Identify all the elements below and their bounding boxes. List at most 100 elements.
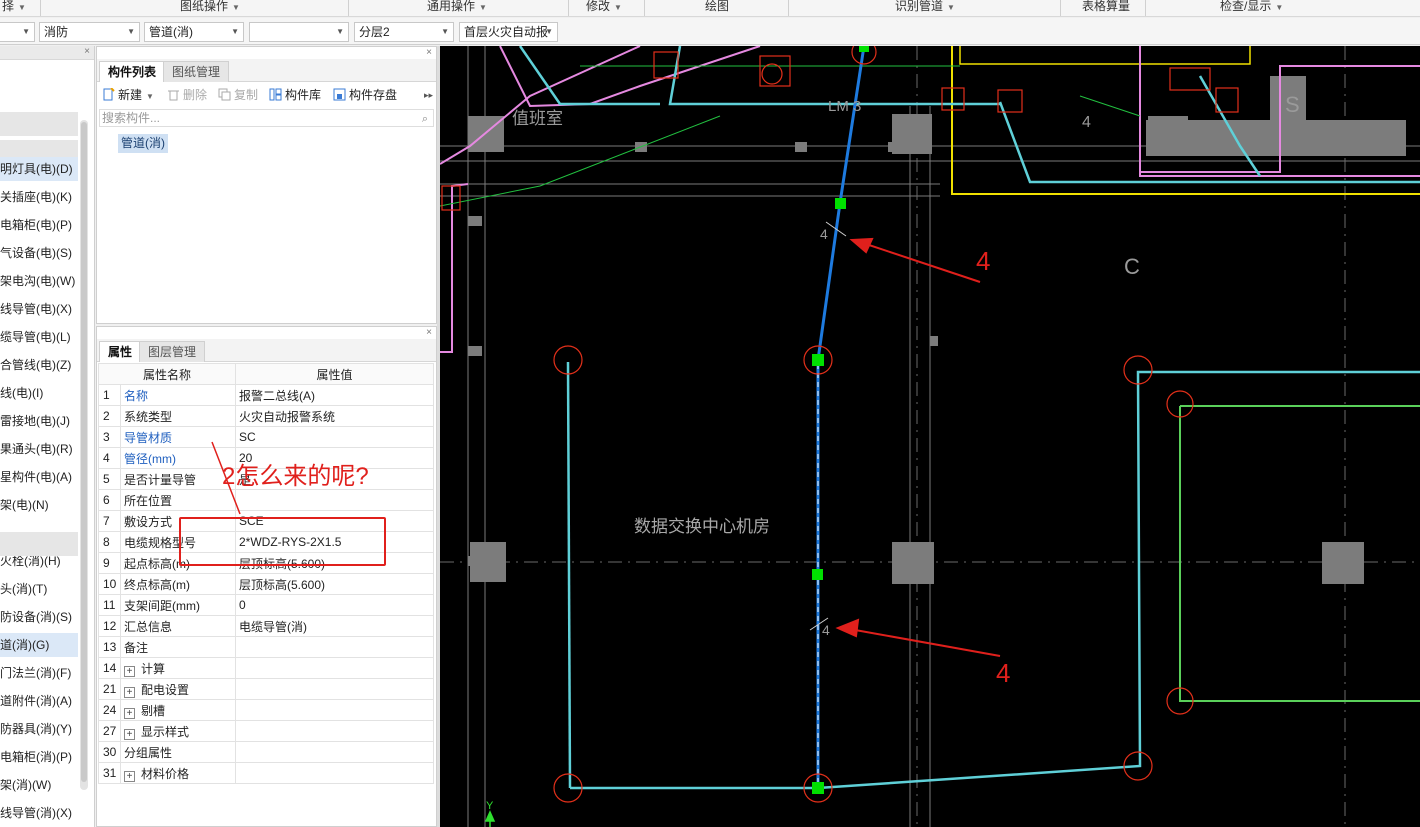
property-value[interactable] (235, 741, 434, 763)
tree-item[interactable]: 防设备(消)(S) (0, 605, 78, 629)
menu-check-display[interactable]: 检查/显示 ▼ (1220, 0, 1283, 16)
tree-item[interactable]: 明灯具(电)(D) (0, 157, 78, 181)
tree-item[interactable]: 线导管(电)(X) (0, 297, 78, 321)
tree-item[interactable]: 电箱柜(电)(P) (0, 213, 78, 237)
close-icon[interactable]: × (84, 46, 90, 58)
tree-item[interactable]: 架(消)(W) (0, 773, 78, 797)
cad-drawing-canvas[interactable]: 值班室 数据交换中心机房 C S LM 3 4 4 4 Y 4 4 (440, 46, 1420, 827)
expand-icon[interactable]: + (124, 707, 135, 719)
property-name-text: 所在位置 (124, 493, 173, 508)
property-name: 汇总信息 (120, 615, 236, 637)
property-row[interactable]: 21 + 配电设置 (98, 678, 434, 700)
tab-layer-manage[interactable]: 图层管理 (139, 341, 206, 362)
tree-item[interactable]: 防器具(消)(Y) (0, 717, 78, 741)
tree-item[interactable]: 缆导管(电)(L) (0, 325, 78, 349)
tree-scrollbar[interactable] (80, 120, 88, 790)
property-value[interactable] (235, 699, 434, 721)
property-row[interactable]: 10 终点标高(m) 层顶标高(5.600) (98, 573, 434, 595)
tree-item[interactable]: 电箱柜(消)(P) (0, 745, 78, 769)
tree-item[interactable]: 架(电)(N) (0, 493, 78, 517)
expand-icon[interactable]: + (124, 770, 135, 782)
property-row[interactable]: 31 + 材料价格 (98, 762, 434, 784)
tree-item[interactable]: 果通头(电)(R) (0, 437, 78, 461)
menu-identify-pipe[interactable]: 识别管道 ▼ (895, 0, 955, 16)
property-value[interactable] (235, 657, 434, 679)
tree-item[interactable]: 气设备(电)(S) (0, 241, 78, 265)
property-row[interactable]: 1 名称 报警二总线(A) (98, 384, 434, 406)
property-row[interactable]: 11 支架间距(mm) 0 (98, 594, 434, 616)
property-value[interactable] (235, 636, 434, 658)
scroll-thumb[interactable] (81, 122, 87, 782)
expand-icon[interactable]: + (124, 665, 135, 677)
tree-group-header[interactable] (0, 112, 78, 136)
tab-properties[interactable]: 属性 (99, 341, 142, 362)
property-row[interactable]: 30 分组属性 (98, 741, 434, 763)
tree-item[interactable]: 星构件(电)(A) (0, 465, 78, 489)
menu-table-calc[interactable]: 表格算量 (1082, 0, 1130, 16)
tree-item[interactable]: 头(消)(T) (0, 577, 78, 601)
property-value[interactable] (235, 489, 434, 511)
component-list-panel: × 构件列表 图纸管理 新建 ▼ 删除 复制 构件库 构件存盘 ▸▸ 搜索构件..… (96, 46, 437, 324)
tree-group-header[interactable] (0, 532, 78, 556)
component-save-button[interactable]: 构件存盘 (333, 86, 397, 104)
property-value[interactable]: 0 (235, 594, 434, 616)
tree-item[interactable]: 线(电)(I) (0, 381, 78, 405)
expand-icon[interactable]: + (124, 686, 135, 698)
tree-item[interactable]: 门法兰(消)(F) (0, 661, 78, 685)
delete-button[interactable]: 删除 (167, 86, 207, 104)
tree-item[interactable]: 关插座(电)(K) (0, 185, 78, 209)
menu-drawing-ops[interactable]: 图纸操作 ▼ (180, 0, 240, 16)
tree-item[interactable]: 道(消)(G) (0, 633, 78, 657)
menu-draw[interactable]: 绘图 (705, 0, 729, 16)
menu-modify[interactable]: 修改 ▼ (586, 0, 622, 16)
row-number: 12 (98, 615, 121, 637)
component-tree-panel: × 明灯具(电)(D) 关插座(电)(K) 电箱柜(电)(P) 气设备(电)(S) 架电… (0, 46, 95, 827)
property-value[interactable]: 电缆导管(消) (235, 615, 434, 637)
new-button[interactable]: 新建 ▼ (102, 86, 154, 104)
property-name: 备注 (120, 636, 236, 658)
menu-general-ops[interactable]: 通用操作 ▼ (427, 0, 487, 16)
component-library-button[interactable]: 构件库 (269, 86, 321, 104)
tree-item[interactable]: 架电沟(电)(W) (0, 269, 78, 293)
subtype-select[interactable]: ▼ (249, 22, 349, 42)
copy-button[interactable]: 复制 (218, 86, 258, 104)
property-row[interactable]: 24 + 剔槽 (98, 699, 434, 721)
property-value[interactable]: 火灾自动报警系统 (235, 405, 434, 427)
component-item[interactable]: 管道(消) (118, 134, 168, 153)
discipline-select[interactable]: 消防 ▼ (39, 22, 140, 42)
property-value[interactable]: 层顶标高(5.600) (235, 573, 434, 595)
property-row[interactable]: 2 系统类型 火灾自动报警系统 (98, 405, 434, 427)
property-row[interactable]: 14 + 计算 (98, 657, 434, 679)
expand-icon[interactable]: + (124, 728, 135, 740)
menu-separator (40, 0, 41, 16)
property-row[interactable]: 6 所在位置 (98, 489, 434, 511)
menu-select[interactable]: 择 ▼ (2, 0, 26, 16)
property-row[interactable]: 13 备注 (98, 636, 434, 658)
property-name: + 配电设置 (120, 678, 236, 700)
tab-drawing-manage[interactable]: 图纸管理 (163, 61, 230, 82)
property-value[interactable] (235, 762, 434, 784)
close-icon[interactable]: × (426, 47, 432, 59)
combo-first[interactable]: ▼ (0, 22, 35, 42)
property-value[interactable]: 报警二总线(A) (235, 384, 434, 406)
more-icon[interactable]: ▸▸ (424, 86, 433, 104)
property-value[interactable] (235, 678, 434, 700)
tree-item[interactable]: 线导管(消)(X) (0, 801, 78, 825)
close-icon[interactable]: × (426, 327, 432, 339)
floor-select[interactable]: 分层2 ▼ (354, 22, 454, 42)
annotation-highlight-box (179, 517, 386, 566)
component-search-input[interactable]: 搜索构件... ⌕ (99, 109, 434, 127)
tree-item[interactable]: 合管线(电)(Z) (0, 353, 78, 377)
property-row[interactable]: 3 导管材质 SC (98, 426, 434, 448)
property-row[interactable]: 27 + 显示样式 (98, 720, 434, 742)
drawing-select[interactable]: 首层火灾自动报 ▼ (459, 22, 558, 42)
property-value[interactable]: SC (235, 426, 434, 448)
property-row[interactable]: 12 汇总信息 电缆导管(消) (98, 615, 434, 637)
tree-item[interactable]: 雷接地(电)(J) (0, 409, 78, 433)
property-value[interactable] (235, 720, 434, 742)
tab-component-list[interactable]: 构件列表 (99, 61, 166, 82)
search-icon[interactable]: ⌕ (422, 111, 428, 127)
combo-value: 管道(消) (149, 25, 193, 39)
type-select[interactable]: 管道(消) ▼ (144, 22, 244, 42)
tree-item[interactable]: 道附件(消)(A) (0, 689, 78, 713)
